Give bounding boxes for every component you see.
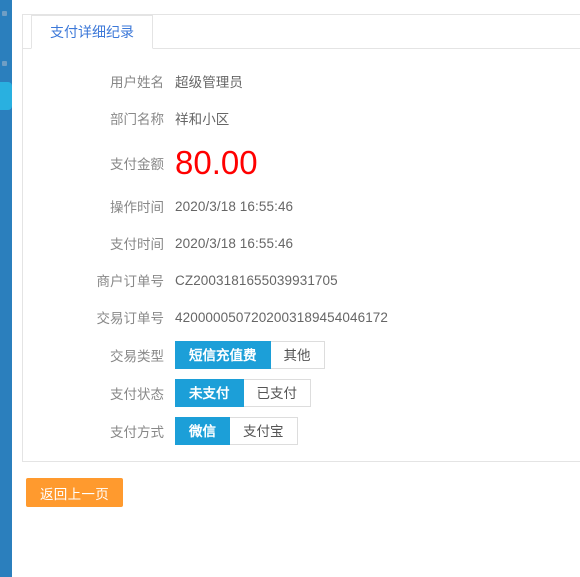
label-user-name: 用户姓名 xyxy=(110,75,164,90)
value-transaction-order-no: 4200000507202003189454046172 xyxy=(175,309,389,325)
row-user-name: 用户姓名 超级管理员 xyxy=(23,67,580,95)
label-transaction-order-no: 交易订单号 xyxy=(96,311,165,326)
label-operate-time: 操作时间 xyxy=(110,200,164,215)
radio-pay-status-unpaid[interactable]: 未支付 xyxy=(175,379,244,407)
row-pay-amount: 支付金额 80.00 xyxy=(23,141,580,185)
tab-strip: 支付详细纪录 xyxy=(23,15,580,49)
radio-transaction-type-sms[interactable]: 短信充值费 xyxy=(175,341,271,369)
row-pay-time: 支付时间 2020/3/18 16:55:46 xyxy=(23,229,580,257)
value-user-name: 超级管理员 xyxy=(175,75,243,90)
row-merchant-order-no: 商户订单号 CZ2003181655039931705 xyxy=(23,266,580,294)
label-transaction-type: 交易类型 xyxy=(110,349,164,364)
value-department-name: 祥和小区 xyxy=(175,112,230,127)
sidebar-item-2[interactable] xyxy=(0,52,12,80)
sidebar-item-1-icon xyxy=(2,11,7,16)
back-button[interactable]: 返回上一页 xyxy=(26,478,123,507)
label-pay-time: 支付时间 xyxy=(110,237,164,252)
tab-payment-detail[interactable]: 支付详细纪录 xyxy=(31,15,153,49)
radio-group-pay-status: 未支付 已支付 xyxy=(175,379,311,407)
label-pay-amount: 支付金额 xyxy=(110,157,164,172)
payment-detail-panel: 支付详细纪录 用户姓名 超级管理员 部门名称 祥和小区 支付金额 80.00 操… xyxy=(22,14,580,462)
label-merchant-order-no: 商户订单号 xyxy=(96,274,165,289)
sidebar-item-1[interactable] xyxy=(0,2,12,30)
row-pay-method: 支付方式 微信 支付宝 xyxy=(23,416,580,446)
row-department-name: 部门名称 祥和小区 xyxy=(23,104,580,132)
value-pay-time: 2020/3/18 16:55:46 xyxy=(175,235,294,251)
payment-detail-form: 用户姓名 超级管理员 部门名称 祥和小区 支付金额 80.00 操作时间 202… xyxy=(23,49,580,446)
main-content: 支付详细纪录 用户姓名 超级管理员 部门名称 祥和小区 支付金额 80.00 操… xyxy=(12,0,580,577)
row-transaction-order-no: 交易订单号 4200000507202003189454046172 xyxy=(23,303,580,331)
row-operate-time: 操作时间 2020/3/18 16:55:46 xyxy=(23,192,580,220)
label-pay-method: 支付方式 xyxy=(110,425,164,440)
radio-pay-method-alipay[interactable]: 支付宝 xyxy=(230,417,298,445)
row-pay-status: 支付状态 未支付 已支付 xyxy=(23,378,580,408)
label-department-name: 部门名称 xyxy=(110,112,164,127)
radio-pay-method-wechat[interactable]: 微信 xyxy=(175,417,230,445)
value-pay-amount: 80.00 xyxy=(175,144,258,181)
sidebar-item-2-icon xyxy=(2,61,7,66)
row-transaction-type: 交易类型 短信充值费 其他 xyxy=(23,340,580,370)
value-merchant-order-no: CZ2003181655039931705 xyxy=(175,272,338,288)
sidebar xyxy=(0,0,12,577)
sidebar-item-3-active[interactable] xyxy=(0,82,12,110)
sidebar-item-3-icon xyxy=(2,91,7,96)
radio-group-pay-method: 微信 支付宝 xyxy=(175,417,298,445)
value-operate-time: 2020/3/18 16:55:46 xyxy=(175,198,294,214)
radio-transaction-type-other[interactable]: 其他 xyxy=(270,341,325,369)
radio-group-transaction-type: 短信充值费 其他 xyxy=(175,341,325,369)
label-pay-status: 支付状态 xyxy=(110,387,164,402)
radio-pay-status-paid[interactable]: 已支付 xyxy=(243,379,311,407)
